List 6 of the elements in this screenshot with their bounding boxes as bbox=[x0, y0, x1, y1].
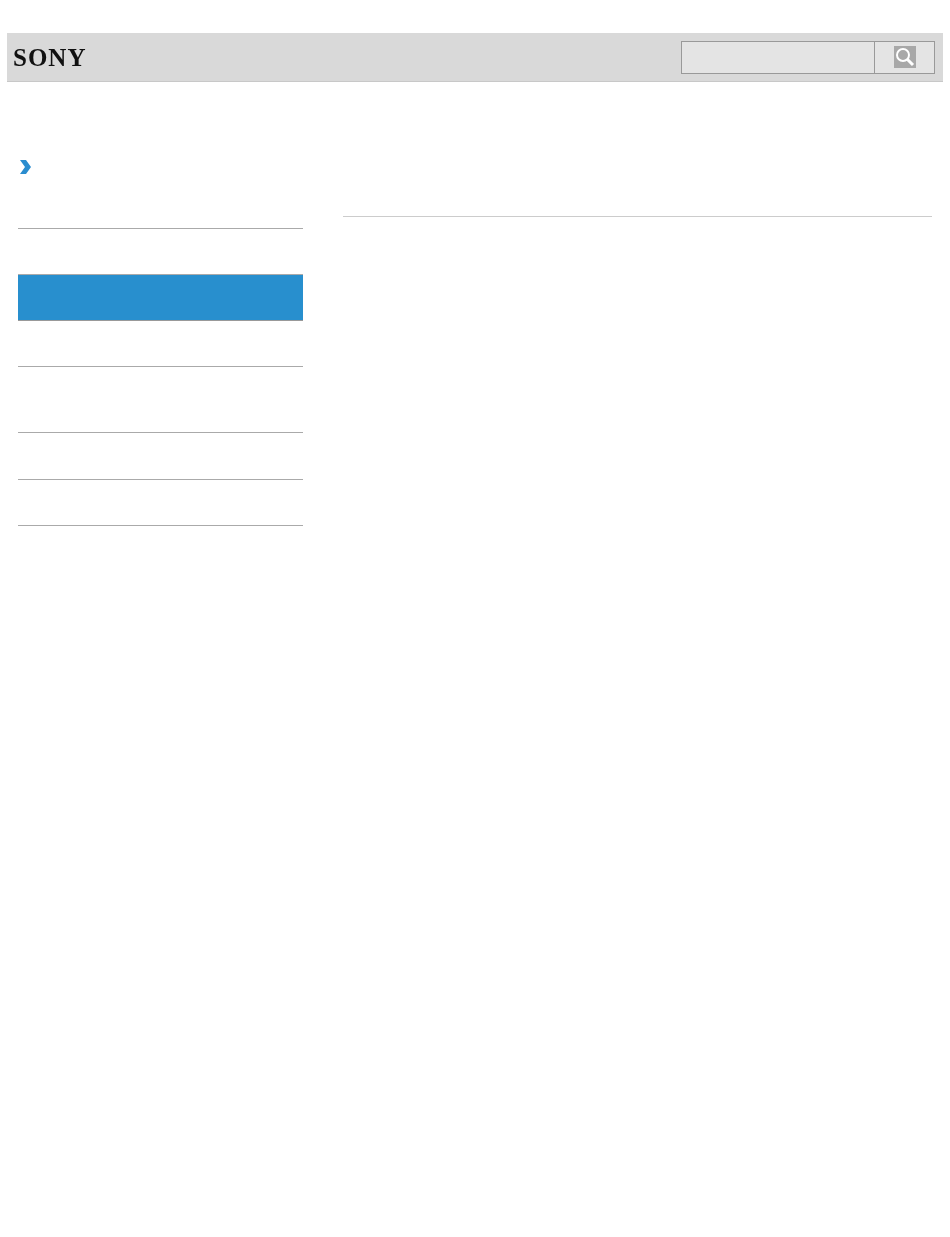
search-icon bbox=[893, 46, 916, 68]
sidebar-item[interactable] bbox=[18, 275, 303, 321]
logo[interactable]: SONY bbox=[13, 44, 87, 70]
search-field[interactable] bbox=[681, 40, 875, 74]
search-button[interactable] bbox=[875, 40, 935, 74]
chevron-icon[interactable] bbox=[18, 159, 32, 175]
